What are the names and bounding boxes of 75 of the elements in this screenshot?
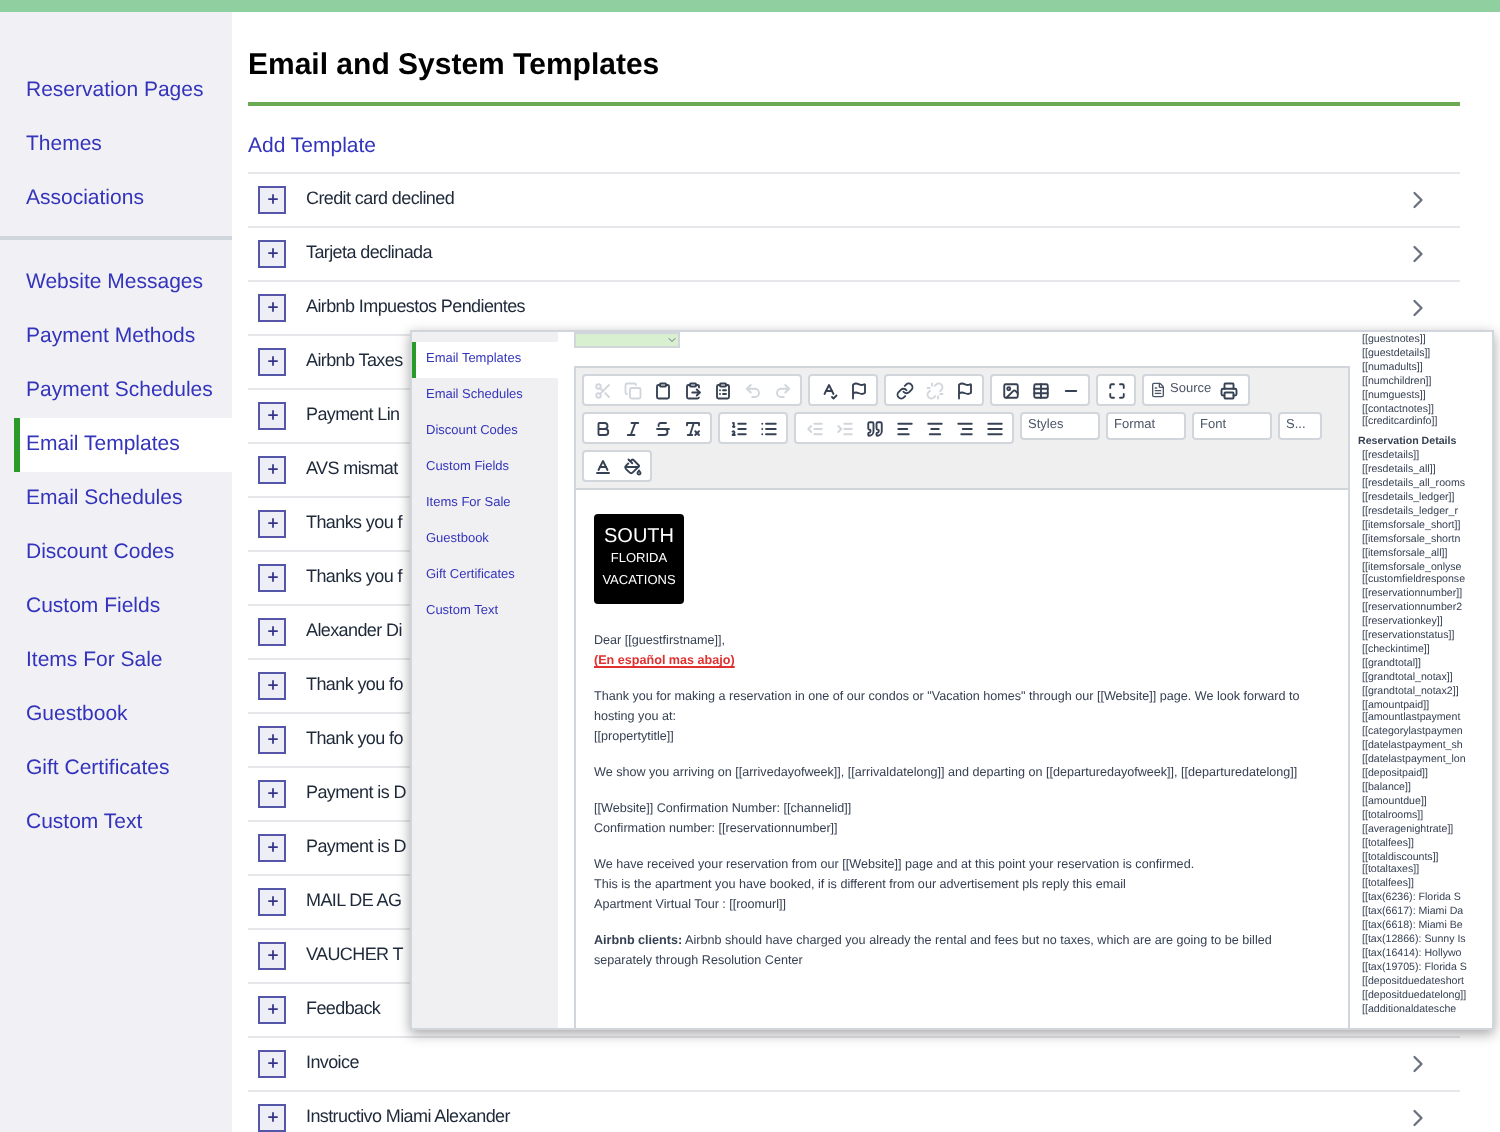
- plus-icon: [265, 1056, 279, 1070]
- plus-icon: [265, 570, 279, 584]
- expand-button[interactable]: [258, 563, 286, 591]
- plus-icon: [265, 840, 279, 854]
- plus-icon: [265, 462, 279, 476]
- sidebar-item[interactable]: Guestbook: [14, 688, 232, 742]
- clipboard-icon[interactable]: [680, 378, 704, 402]
- expand-button[interactable]: [258, 995, 286, 1023]
- expand-button[interactable]: [258, 185, 286, 213]
- plus-icon: [265, 408, 279, 422]
- plus-icon: [265, 354, 279, 368]
- sidebar-item[interactable]: Email Templates: [14, 418, 232, 472]
- sidebar-item[interactable]: Custom Text: [14, 796, 232, 850]
- clipboard-icon[interactable]: [710, 378, 734, 402]
- sidebar-item[interactable]: Gift Certificates: [14, 742, 232, 796]
- printer-icon[interactable]: [1217, 378, 1242, 402]
- link-icon[interactable]: [892, 378, 916, 402]
- sidebar-item[interactable]: Discount Codes: [14, 526, 232, 580]
- expand-button[interactable]: [258, 887, 286, 915]
- add-template-link[interactable]: Add Template: [248, 131, 377, 163]
- flag-icon[interactable]: [952, 378, 976, 402]
- sidebar-item[interactable]: Custom Fields: [14, 580, 232, 634]
- plus-icon: [265, 516, 279, 530]
- document-icon: [1150, 382, 1166, 398]
- expand-button[interactable]: [258, 455, 286, 483]
- expand-button[interactable]: [258, 1049, 286, 1077]
- plus-icon: [265, 624, 279, 638]
- expand-button[interactable]: [258, 347, 286, 375]
- template-title[interactable]: Credit card declined: [306, 185, 1404, 213]
- expand-button[interactable]: [258, 725, 286, 753]
- plus-icon: [265, 786, 279, 800]
- expand-button[interactable]: [258, 779, 286, 807]
- expand-button[interactable]: [258, 401, 286, 429]
- template-title[interactable]: Invoice: [306, 1049, 1404, 1077]
- plus-icon: [265, 192, 279, 206]
- sidebar-item[interactable]: Reservation Pages: [14, 64, 232, 118]
- expand-button[interactable]: [258, 617, 286, 645]
- strikethrough-icon[interactable]: [650, 416, 674, 440]
- expand-button[interactable]: [258, 941, 286, 969]
- sidebar-item[interactable]: Items For Sale: [14, 634, 232, 688]
- expand-button[interactable]: [258, 671, 286, 699]
- plus-icon: [265, 894, 279, 908]
- expand-button[interactable]: [258, 293, 286, 321]
- text-color-icon[interactable]: [590, 454, 614, 478]
- sidebar-item[interactable]: Payment Schedules: [14, 364, 232, 418]
- table-icon[interactable]: [1028, 378, 1052, 402]
- plus-icon: [265, 948, 279, 962]
- sidebar-item[interactable]: Associations: [14, 172, 232, 226]
- numbered-list-icon[interactable]: [726, 416, 750, 440]
- expand-button[interactable]: [258, 509, 286, 537]
- expand-button[interactable]: [258, 239, 286, 267]
- plus-icon: [265, 732, 279, 746]
- maximize-icon[interactable]: [1104, 378, 1128, 402]
- template-title[interactable]: Instructivo Miami Alexander: [306, 1103, 1404, 1131]
- plus-icon: [265, 1110, 279, 1124]
- sidebar-item[interactable]: Email Schedules: [14, 472, 232, 526]
- expand-button[interactable]: [258, 833, 286, 861]
- plus-icon: [265, 246, 279, 260]
- plus-icon: [265, 678, 279, 692]
- expand-button[interactable]: [258, 1103, 286, 1131]
- clipboard-icon[interactable]: [650, 378, 674, 402]
- select-field[interactable]: [574, 332, 680, 348]
- flag-icon[interactable]: [846, 378, 870, 402]
- remove-format-icon[interactable]: [680, 416, 704, 440]
- sidebar-item[interactable]: Themes: [14, 118, 232, 172]
- plus-icon: [265, 300, 279, 314]
- template-title[interactable]: Airbnb Impuestos Pendientes: [306, 293, 1404, 321]
- sidebar-item[interactable]: Payment Methods: [14, 310, 232, 364]
- page-title: Email and System Templates: [248, 46, 662, 86]
- caret-icon: [666, 334, 678, 346]
- plus-icon: [265, 1002, 279, 1016]
- template-title[interactable]: Tarjeta declinada: [306, 239, 1404, 267]
- image-icon[interactable]: [998, 378, 1022, 402]
- sidebar-item[interactable]: Website Messages: [14, 256, 232, 310]
- quote-icon[interactable]: [862, 416, 886, 440]
